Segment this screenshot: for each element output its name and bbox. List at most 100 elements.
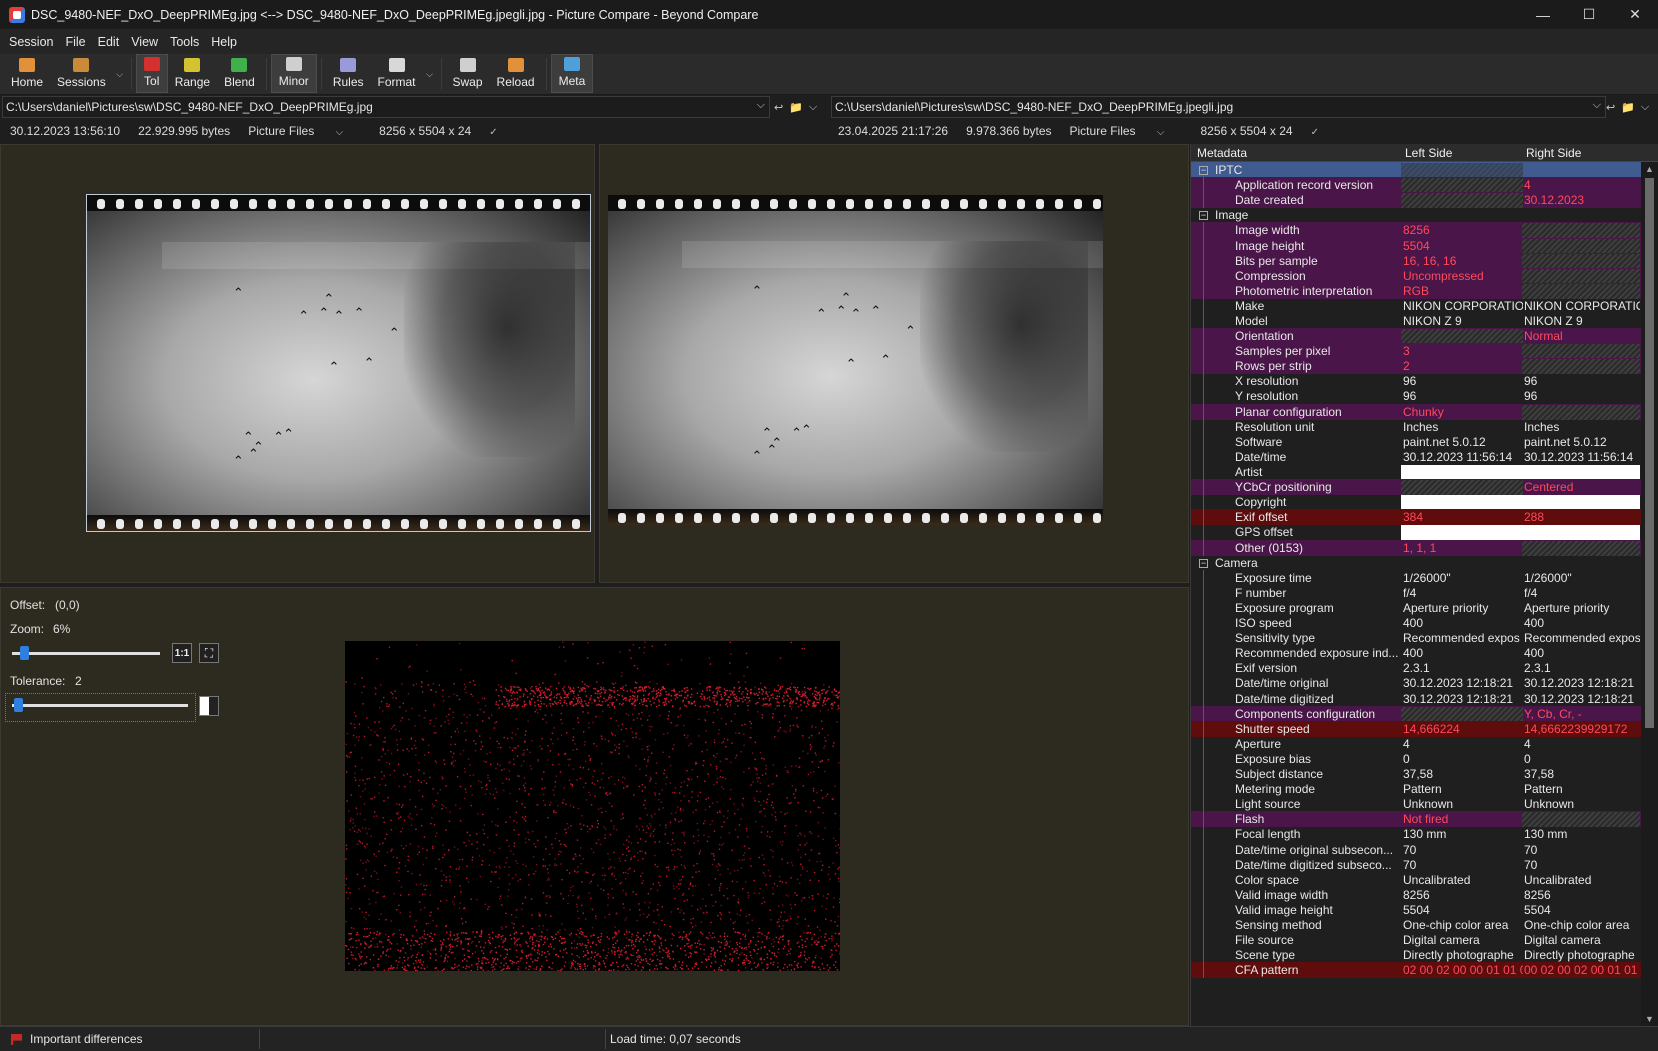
- metadata-row[interactable]: Samples per pixel 3: [1191, 343, 1641, 359]
- metadata-row[interactable]: Recommended exposure ind... 400 400: [1191, 645, 1641, 661]
- metadata-row[interactable]: Make NIKON CORPORATIO NIKON CORPORATIO: [1191, 298, 1641, 314]
- metadata-row[interactable]: CFA pattern 02 00 02 00 00 01 01 0 00 02 0…: [1191, 962, 1641, 978]
- metadata-row[interactable]: Exposure program Aperture priority Apertur…: [1191, 600, 1641, 616]
- metadata-row[interactable]: Software paint.net 5.0.12 paint.net 5.0.12: [1191, 434, 1641, 450]
- metadata-row[interactable]: Date/time original 30.12.2023 12:18:21 30.…: [1191, 675, 1641, 691]
- scroll-down-icon[interactable]: ▼: [1645, 1014, 1654, 1024]
- format-dropdown-icon[interactable]: ⌵: [423, 54, 437, 94]
- menu-session[interactable]: Session: [3, 35, 59, 49]
- minimize-button[interactable]: —: [1520, 0, 1566, 29]
- metadata-row[interactable]: Valid image height 5504 5504: [1191, 902, 1641, 918]
- metadata-row[interactable]: GPS offset: [1191, 524, 1641, 540]
- toolbar-home-button[interactable]: Home: [4, 54, 50, 93]
- scrollbar-thumb[interactable]: [1645, 178, 1654, 728]
- metadata-row[interactable]: Image height 5504: [1191, 238, 1641, 254]
- collapse-icon[interactable]: −: [1199, 165, 1208, 175]
- right-path-field[interactable]: C:\Users\daniel\Pictures\sw\DSC_9480-NEF…: [831, 96, 1606, 118]
- metadata-row[interactable]: Sensing method One-chip color area One-chi…: [1191, 917, 1641, 933]
- metadata-row[interactable]: Flash Not fired: [1191, 811, 1641, 827]
- metadata-row[interactable]: Light source Unknown Unknown: [1191, 796, 1641, 812]
- metadata-row[interactable]: Exposure bias 0 0: [1191, 751, 1641, 767]
- metadata-row[interactable]: Image width 8256: [1191, 222, 1641, 238]
- metadata-row[interactable]: Orientation Normal: [1191, 328, 1641, 344]
- metadata-row[interactable]: Exposure time 1/26000" 1/26000": [1191, 570, 1641, 586]
- actual-size-button[interactable]: 1:1: [172, 643, 192, 663]
- metadata-row[interactable]: Model NIKON Z 9 NIKON Z 9: [1191, 313, 1641, 329]
- left-browse-folder-icon[interactable]: 📁: [789, 101, 803, 114]
- metadata-row[interactable]: X resolution 96 96: [1191, 373, 1641, 389]
- metadata-row[interactable]: Color space Uncalibrated Uncalibrated: [1191, 872, 1641, 888]
- metadata-row[interactable]: Subject distance 37,58 37,58: [1191, 766, 1641, 782]
- metadata-row[interactable]: Date created 30.12.2023: [1191, 192, 1641, 208]
- fit-to-window-icon[interactable]: ⛶: [199, 643, 219, 663]
- metadata-row[interactable]: Rows per strip 2: [1191, 358, 1641, 374]
- menu-view[interactable]: View: [125, 35, 164, 49]
- metadata-row[interactable]: Exif offset 384 288: [1191, 509, 1641, 525]
- zoom-slider-thumb[interactable]: [20, 646, 30, 660]
- metadata-row[interactable]: YCbCr positioning Centered: [1191, 479, 1641, 495]
- metadata-row[interactable]: Metering mode Pattern Pattern: [1191, 781, 1641, 797]
- metadata-section-iptc[interactable]: − IPTC: [1191, 162, 1641, 178]
- metadata-row[interactable]: Compression Uncompressed: [1191, 268, 1641, 284]
- collapse-icon[interactable]: −: [1199, 558, 1208, 568]
- metadata-row[interactable]: Valid image width 8256 8256: [1191, 887, 1641, 903]
- col-left-side[interactable]: Left Side: [1405, 146, 1452, 160]
- toolbar-sessions-button[interactable]: Sessions: [50, 54, 113, 93]
- toolbar-swap-button[interactable]: Swap: [446, 54, 490, 93]
- metadata-row[interactable]: Y resolution 96 96: [1191, 388, 1641, 404]
- toolbar-blend-button[interactable]: Blend: [217, 54, 262, 93]
- tolerance-slider-thumb[interactable]: [13, 698, 23, 712]
- col-right-side[interactable]: Right Side: [1526, 146, 1581, 160]
- maximize-button[interactable]: ☐: [1566, 0, 1612, 29]
- right-file-type[interactable]: Picture Files ⌵: [1070, 124, 1183, 138]
- right-recent-arrow-icon[interactable]: ↩: [1606, 101, 1615, 114]
- sessions-dropdown-icon[interactable]: ⌵: [113, 54, 127, 94]
- right-browse-folder-icon[interactable]: 📁: [1621, 101, 1635, 114]
- menu-file[interactable]: File: [59, 35, 91, 49]
- metadata-row[interactable]: Bits per sample 16, 16, 16: [1191, 253, 1641, 269]
- metadata-row[interactable]: Exif version 2.3.1 2.3.1: [1191, 660, 1641, 676]
- metadata-row[interactable]: Application record version 4: [1191, 177, 1641, 193]
- metadata-row[interactable]: ISO speed 400 400: [1191, 615, 1641, 631]
- menu-help[interactable]: Help: [205, 35, 243, 49]
- menu-edit[interactable]: Edit: [92, 35, 126, 49]
- left-path-dropdown-icon[interactable]: ⌵: [757, 99, 765, 112]
- metadata-section-camera[interactable]: − Camera: [1191, 555, 1641, 571]
- metadata-row[interactable]: Date/time 30.12.2023 11:56:14 30.12.2023 1…: [1191, 449, 1641, 465]
- metadata-row[interactable]: Date/time digitized subseco... 70 70: [1191, 857, 1641, 873]
- metadata-row[interactable]: Other (0153) 1, 1, 1: [1191, 540, 1641, 556]
- right-path-dropdown-icon[interactable]: ⌵: [1593, 99, 1601, 112]
- metadata-row[interactable]: Sensitivity type Recommended expos Recomme…: [1191, 630, 1641, 646]
- zoom-slider[interactable]: [12, 652, 160, 655]
- left-browse-dropdown-icon[interactable]: ⌵: [809, 101, 817, 114]
- right-image-pane[interactable]: ⌃ ⌃ ⌃ ⌃ ⌃ ⌃ ⌃ ⌃ ⌃ ⌃ ⌃ ⌃ ⌃ ⌃ ⌃: [599, 144, 1189, 583]
- toolbar-meta-button[interactable]: Meta: [550, 54, 594, 93]
- metadata-row[interactable]: Components configuration Y, Cb, Cr, -: [1191, 706, 1641, 722]
- metadata-row[interactable]: Aperture 4 4: [1191, 736, 1641, 752]
- toolbar-reload-button[interactable]: Reload: [490, 54, 542, 93]
- toolbar-range-button[interactable]: Range: [168, 54, 217, 93]
- right-browse-dropdown-icon[interactable]: ⌵: [1641, 101, 1649, 114]
- tolerance-color-icon[interactable]: [199, 696, 219, 716]
- toolbar-rules-button[interactable]: Rules: [326, 54, 371, 93]
- menu-tools[interactable]: Tools: [164, 35, 205, 49]
- metadata-row[interactable]: Scene type Directly photographe Directly p…: [1191, 947, 1641, 963]
- toolbar-minor-button[interactable]: Minor: [270, 54, 317, 93]
- metadata-row[interactable]: F number f/4 f/4: [1191, 585, 1641, 601]
- metadata-row[interactable]: Shutter speed 14,666224 14,6662239929172: [1191, 721, 1641, 737]
- col-metadata[interactable]: Metadata: [1197, 146, 1247, 160]
- metadata-row[interactable]: Planar configuration Chunky: [1191, 404, 1641, 420]
- metadata-row[interactable]: Focal length 130 mm 130 mm: [1191, 826, 1641, 842]
- tolerance-slider[interactable]: [12, 704, 188, 707]
- metadata-scrollbar[interactable]: ▲ ▼: [1641, 162, 1658, 1026]
- status-filter[interactable]: Important differences: [30, 1032, 143, 1046]
- left-image-pane[interactable]: ⌃ ⌃ ⌃ ⌃ ⌃ ⌃ ⌃ ⌃ ⌃ ⌃ ⌃ ⌃ ⌃ ⌃ ⌃: [0, 144, 595, 583]
- toolbar-tol-button[interactable]: Tol: [135, 54, 168, 93]
- metadata-row[interactable]: Photometric interpretation RGB: [1191, 283, 1641, 299]
- metadata-row[interactable]: Date/time original subsecon... 70 70: [1191, 842, 1641, 858]
- metadata-row[interactable]: Resolution unit Inches Inches: [1191, 419, 1641, 435]
- metadata-row[interactable]: Copyright: [1191, 494, 1641, 510]
- metadata-row[interactable]: File source Digital camera Digital camera: [1191, 932, 1641, 948]
- close-button[interactable]: ✕: [1612, 0, 1658, 29]
- left-file-type[interactable]: Picture Files ⌵: [248, 124, 361, 138]
